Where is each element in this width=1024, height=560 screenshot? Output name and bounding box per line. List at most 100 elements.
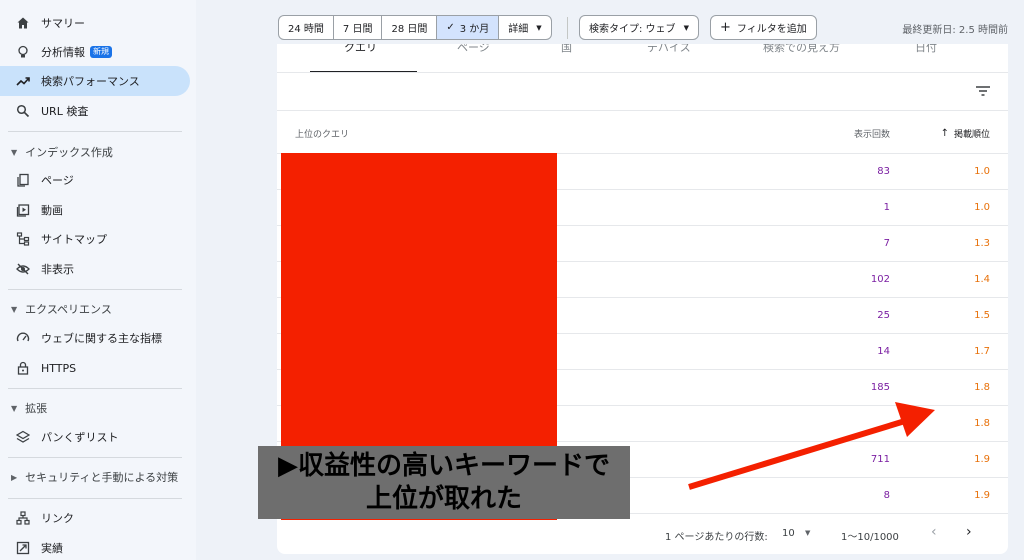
sidebar-divider xyxy=(8,131,182,132)
option-label: 3 か月 xyxy=(459,24,490,35)
tab-countries[interactable]: 国 xyxy=(561,44,572,55)
sidebar-divider xyxy=(8,289,182,290)
dropdown-caret-icon: ▼ xyxy=(536,23,542,32)
nav-label: ウェブに関する主な指標 xyxy=(41,332,162,345)
sidebar-divider xyxy=(8,498,182,499)
position-cell: 1.4 xyxy=(974,274,990,285)
impressions-cell: 8 xyxy=(883,490,890,501)
option-label: 詳細 xyxy=(508,24,529,35)
pagination-range: 1〜10/1000 xyxy=(841,532,899,543)
chip-label: 検索タイプ: ウェブ xyxy=(589,24,676,35)
previous-page-icon[interactable]: ‹ xyxy=(931,524,937,540)
trending-up-icon xyxy=(16,74,30,88)
rows-per-page-label: 1 ページあたりの行数: xyxy=(665,532,768,543)
collapse-caret-icon: ▼ xyxy=(11,147,18,157)
search-type-chip[interactable]: 検索タイプ: ウェブ ▼ xyxy=(579,15,699,40)
impressions-cell: 25 xyxy=(877,310,890,321)
nav-item-pages[interactable]: ページ xyxy=(0,165,190,195)
date-option-custom[interactable]: 詳細 ▼ xyxy=(499,16,550,39)
position-cell: 1.8 xyxy=(974,418,990,429)
next-page-icon[interactable]: › xyxy=(966,524,972,540)
section-title: 拡張 xyxy=(25,402,48,415)
nav-item-https[interactable]: HTTPS xyxy=(0,353,190,383)
section-enhancements[interactable]: ▼ 拡張 xyxy=(0,395,190,421)
top-toolbar: 24 時間 7 日間 28 日間 ✓ 3 か月 詳細 ▼ 検索タイプ: ウェブ ▼ … xyxy=(276,12,1024,42)
tab-devices[interactable]: デバイス xyxy=(647,44,691,55)
position-cell: 1.0 xyxy=(974,202,990,213)
impressions-cell: 1 xyxy=(883,202,890,213)
column-header-query[interactable]: 上位のクエリ xyxy=(295,127,349,140)
date-option-7d[interactable]: 7 日間 xyxy=(334,16,383,39)
section-experience[interactable]: ▼ エクスペリエンス xyxy=(0,296,190,322)
position-cell: 1.8 xyxy=(974,382,990,393)
position-cell: 1.3 xyxy=(974,238,990,249)
nav-item-sitemaps[interactable]: サイトマップ xyxy=(0,224,190,254)
collapse-caret-icon: ▼ xyxy=(11,304,18,314)
sitemap-icon xyxy=(16,232,30,246)
last-updated-text: 最終更新日: 2.5 時間前 xyxy=(902,25,1008,36)
section-indexing[interactable]: ▼ インデックス作成 xyxy=(0,139,190,165)
caption-line-1: ▶収益性の高いキーワードで xyxy=(278,451,610,481)
nav-item-removals[interactable]: 非表示 xyxy=(0,254,190,284)
tab-dates[interactable]: 日付 xyxy=(915,44,937,55)
achievements-icon xyxy=(16,541,30,555)
dropdown-caret-icon[interactable]: ▼ xyxy=(805,529,810,537)
impressions-cell: 185 xyxy=(870,382,890,393)
nav-label: 動画 xyxy=(41,204,63,217)
annotation-caption: ▶収益性の高いキーワードで 上位が取れた xyxy=(258,446,630,519)
nav-item-summary[interactable]: サマリー xyxy=(0,8,190,38)
tab-search-appearance[interactable]: 検索での見え方 xyxy=(763,44,840,55)
search-icon xyxy=(16,104,30,118)
section-security[interactable]: ▶ セキュリティと手動による対策 xyxy=(0,464,190,490)
check-icon: ✓ xyxy=(446,22,455,33)
nav-label: HTTPS xyxy=(41,361,77,375)
section-title: インデックス作成 xyxy=(25,146,113,159)
position-cell: 1.9 xyxy=(974,454,990,465)
links-icon xyxy=(16,511,30,525)
collapse-caret-icon: ▼ xyxy=(11,403,18,413)
sidebar: サマリー 分析情報 新規 検索パフォーマンス URL 検査 ▼ インデックス作成… xyxy=(0,0,196,560)
dimension-tabs: クエリ ページ 国 デバイス 検索での見え方 日付 xyxy=(277,44,1008,73)
table-header: 上位のクエリ 表示回数 ↑ 掲載順位 xyxy=(277,112,1008,154)
nav-label: 実績 xyxy=(41,542,63,555)
nav-label: サイトマップ xyxy=(41,233,107,246)
nav-item-url-inspection[interactable]: URL 検査 xyxy=(0,96,190,126)
toolbar-divider xyxy=(567,17,568,39)
nav-label: 検索パフォーマンス xyxy=(41,75,140,88)
new-badge: 新規 xyxy=(90,46,112,58)
impressions-cell: 7 xyxy=(883,238,890,249)
nav-item-search-performance[interactable]: 検索パフォーマンス xyxy=(0,66,190,96)
section-title: エクスペリエンス xyxy=(25,303,112,316)
nav-item-core-web-vitals[interactable]: ウェブに関する主な指標 xyxy=(0,323,190,353)
nav-label: ページ xyxy=(41,174,74,187)
nav-item-insights[interactable]: 分析情報 新規 xyxy=(0,37,190,67)
column-header-position[interactable]: ↑ 掲載順位 xyxy=(941,127,990,140)
tab-pages[interactable]: ページ xyxy=(457,44,490,55)
date-option-3m[interactable]: ✓ 3 か月 xyxy=(437,16,500,39)
active-tab-indicator xyxy=(310,71,417,72)
nav-item-video[interactable]: 動画 xyxy=(0,195,190,225)
option-label: 7 日間 xyxy=(342,24,373,35)
sort-arrow-up-icon: ↑ xyxy=(940,128,949,139)
expand-caret-icon: ▶ xyxy=(11,472,18,482)
video-icon xyxy=(16,203,30,217)
option-label: 24 時間 xyxy=(288,24,324,35)
filter-icon[interactable] xyxy=(974,84,992,98)
impressions-cell: 83 xyxy=(877,166,890,177)
nav-label: 分析情報 xyxy=(41,46,85,59)
nav-item-links[interactable]: リンク xyxy=(0,503,190,533)
impressions-cell: 711 xyxy=(870,454,890,465)
date-option-28d[interactable]: 28 日間 xyxy=(382,16,438,39)
nav-label: パンくずリスト xyxy=(41,431,119,444)
column-header-impressions[interactable]: 表示回数 xyxy=(854,127,890,140)
nav-item-breadcrumbs[interactable]: パンくずリスト xyxy=(0,422,190,452)
nav-item-achievements[interactable]: 実績 xyxy=(0,533,190,560)
tab-queries[interactable]: クエリ xyxy=(344,44,377,55)
eye-off-icon xyxy=(16,262,30,276)
position-cell: 1.7 xyxy=(974,346,990,357)
add-filter-button[interactable]: + フィルタを追加 xyxy=(710,15,817,40)
date-option-24h[interactable]: 24 時間 xyxy=(279,16,334,39)
nav-label: リンク xyxy=(41,512,74,525)
caption-line-2: 上位が取れた xyxy=(365,484,522,514)
rows-per-page-select[interactable]: 10 xyxy=(782,528,795,539)
